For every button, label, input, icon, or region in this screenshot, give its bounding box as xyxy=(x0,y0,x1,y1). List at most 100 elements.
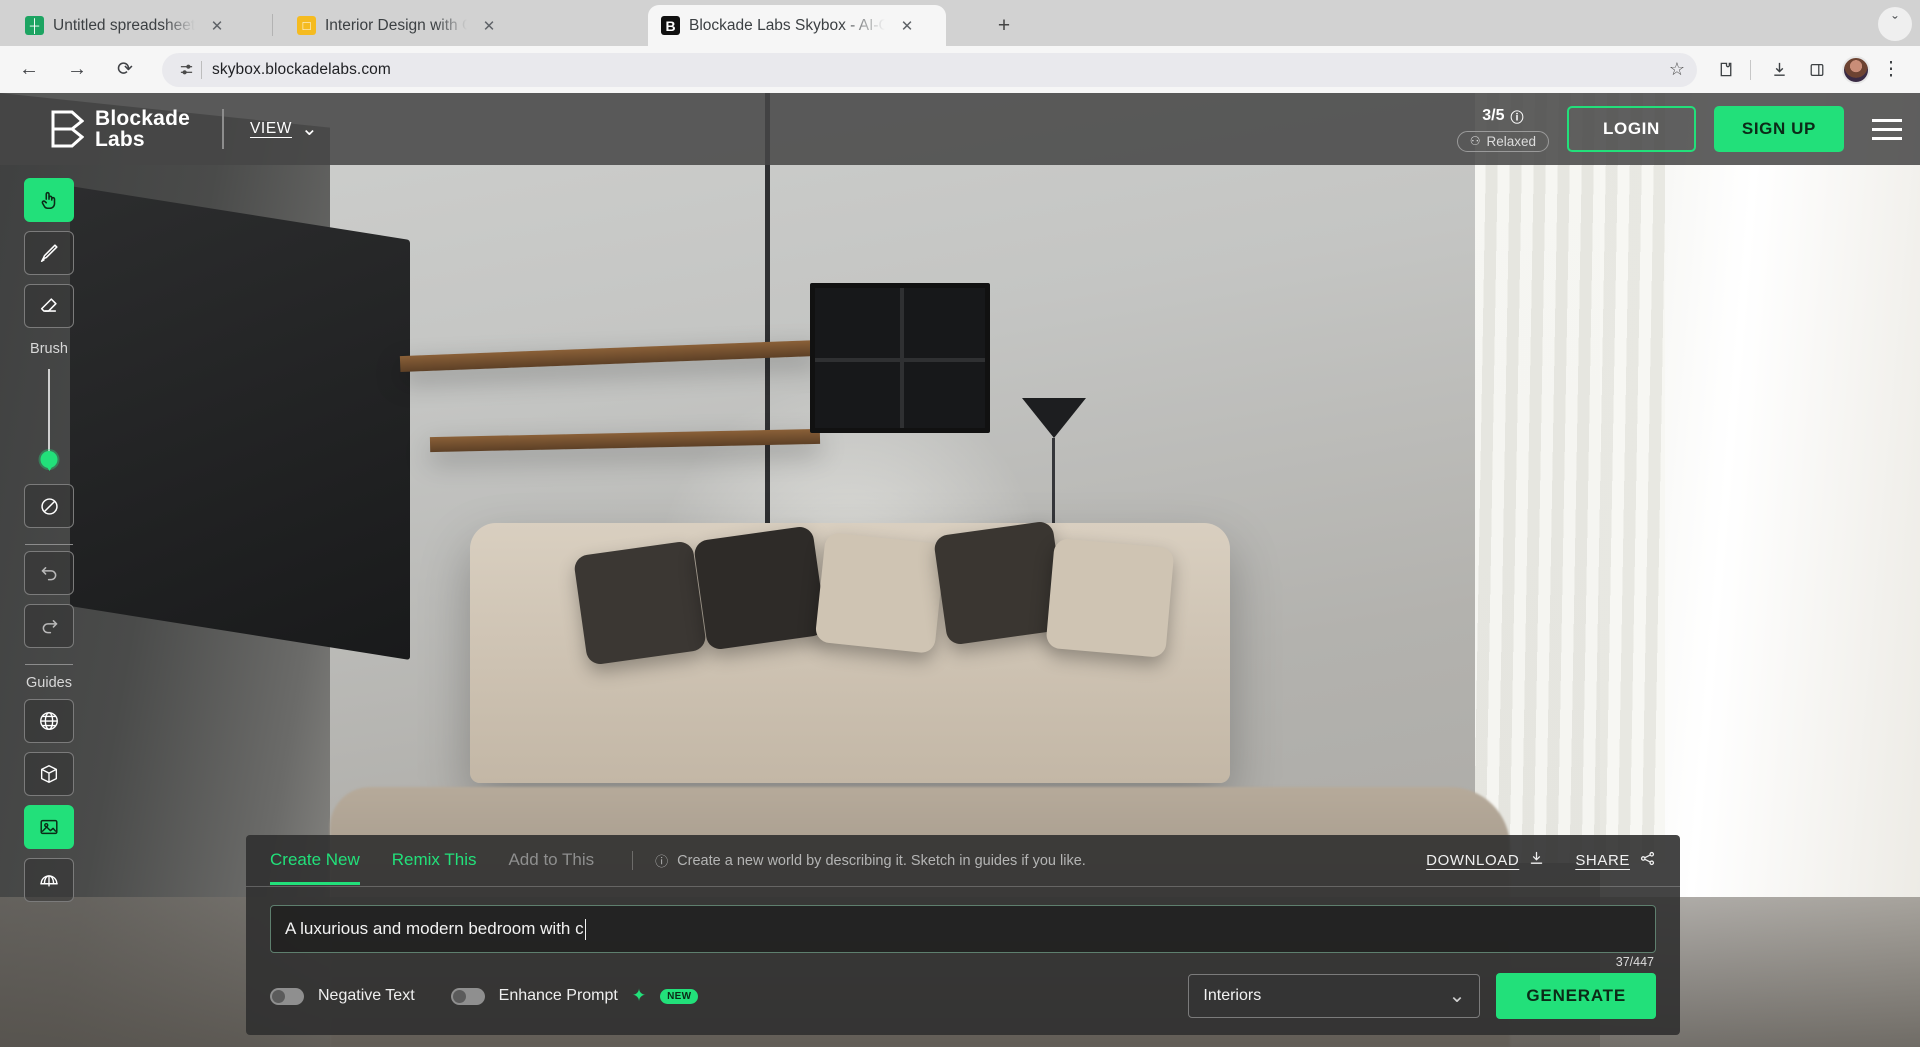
tab-strip: ┼ Untitled spreadsheet - Googl ✕ □ Inter… xyxy=(0,0,1920,46)
tab-remix-this[interactable]: Remix This xyxy=(392,850,477,885)
site-settings-icon[interactable] xyxy=(175,62,197,77)
sheets-icon: ┼ xyxy=(25,16,44,35)
guide-sphere[interactable] xyxy=(24,699,74,743)
close-icon[interactable]: ✕ xyxy=(478,15,500,37)
style-select[interactable]: Interiors ⌄ xyxy=(1188,974,1480,1018)
tab-create-new[interactable]: Create New xyxy=(270,850,360,885)
eraser-tool[interactable] xyxy=(24,284,74,328)
panel-actions: DOWNLOAD SHARE xyxy=(1426,850,1656,871)
pan-tool[interactable] xyxy=(24,178,74,222)
download-button[interactable]: DOWNLOAD xyxy=(1426,850,1545,871)
generate-controls: Interiors ⌄ GENERATE xyxy=(1188,973,1656,1019)
prompt-input-wrap: A luxurious and modern bedroom with c 37… xyxy=(246,887,1680,953)
negative-text-toggle[interactable] xyxy=(270,988,304,1005)
logo-line-2: Labs xyxy=(95,129,190,150)
download-icon xyxy=(1528,850,1545,871)
credits-count: 3/5 xyxy=(1482,107,1504,125)
share-label: SHARE xyxy=(1575,852,1630,869)
guides-label: Guides xyxy=(26,675,72,691)
info-icon[interactable]: ⓘ xyxy=(1511,107,1524,126)
negative-text-label: Negative Text xyxy=(318,987,415,1005)
new-badge: NEW xyxy=(660,989,698,1004)
skybox-viewport[interactable]: Blockade Labs VIEW ⌄ 3/5 ⓘ ⚇ Relaxed xyxy=(0,93,1920,1047)
rail-divider xyxy=(25,664,73,665)
side-panel-icon[interactable] xyxy=(1800,53,1834,87)
browser-menu-icon[interactable]: ⋮ xyxy=(1874,53,1908,87)
header-actions: 3/5 ⓘ ⚇ Relaxed LOGIN SIGN UP xyxy=(1457,106,1902,152)
text-caret xyxy=(585,919,587,940)
share-icon xyxy=(1639,850,1656,871)
clear-tool[interactable] xyxy=(24,484,74,528)
bookmark-star-icon[interactable]: ☆ xyxy=(1669,59,1685,80)
extensions-icon[interactable] xyxy=(1709,53,1743,87)
chevron-down-icon: ⌄ xyxy=(1449,992,1466,1000)
app-logo[interactable]: Blockade Labs xyxy=(50,108,190,150)
panel-controls-row: Negative Text Enhance Prompt ✦ NEW Inter… xyxy=(246,953,1680,1019)
panel-tabs-row: Create New Remix This Add to This ⓘ Crea… xyxy=(246,835,1680,887)
new-tab-button[interactable]: + xyxy=(990,12,1018,40)
view-menu-button[interactable]: VIEW ⌄ xyxy=(250,120,318,138)
prompt-value: A luxurious and modern bedroom with c xyxy=(285,919,584,939)
login-button[interactable]: LOGIN xyxy=(1567,106,1696,152)
redo-tool[interactable] xyxy=(24,604,74,648)
slider-handle[interactable] xyxy=(41,451,58,468)
address-bar[interactable]: skybox.blockadelabs.com ☆ xyxy=(162,53,1697,87)
tab-title: Untitled spreadsheet - Googl xyxy=(53,17,195,35)
credits-indicator: 3/5 ⓘ ⚇ Relaxed xyxy=(1457,107,1549,152)
style-value: Interiors xyxy=(1203,987,1261,1005)
brush-tool[interactable] xyxy=(24,231,74,275)
toolbar-divider xyxy=(1750,60,1751,80)
browser-window: ┼ Untitled spreadsheet - Googl ✕ □ Inter… xyxy=(0,0,1920,1047)
guide-image[interactable] xyxy=(24,805,74,849)
enhance-prompt-control: Enhance Prompt ✦ NEW xyxy=(451,986,699,1006)
hint-text: Create a new world by describing it. Ske… xyxy=(677,853,1086,869)
view-label: VIEW xyxy=(250,120,292,138)
menu-icon[interactable] xyxy=(1872,119,1902,140)
reload-icon[interactable]: ⟳ xyxy=(108,53,142,87)
tab-title: Interior Design with Generativ xyxy=(325,17,467,35)
browser-tab-2[interactable]: □ Interior Design with Generativ ✕ xyxy=(284,5,536,46)
share-button[interactable]: SHARE xyxy=(1575,850,1656,871)
info-icon: ⓘ xyxy=(655,851,668,870)
tab-search-icon[interactable]: ˇ xyxy=(1878,7,1912,41)
url-text: skybox.blockadelabs.com xyxy=(212,61,391,79)
tab-add-to-this: Add to This xyxy=(508,850,594,885)
blockade-logo-icon xyxy=(50,110,84,148)
app-header: Blockade Labs VIEW ⌄ 3/5 ⓘ ⚇ Relaxed xyxy=(0,93,1920,165)
signup-button[interactable]: SIGN UP xyxy=(1714,106,1844,152)
enhance-prompt-toggle[interactable] xyxy=(451,988,485,1005)
generate-button[interactable]: GENERATE xyxy=(1496,973,1656,1019)
browser-toolbar: ← → ⟳ skybox.blockadelabs.com ☆ xyxy=(0,46,1920,93)
enhance-prompt-label: Enhance Prompt xyxy=(499,987,618,1005)
browser-tab-1[interactable]: ┼ Untitled spreadsheet - Googl ✕ xyxy=(12,5,264,46)
tab-title: Blockade Labs Skybox - AI-G xyxy=(689,17,885,35)
downloads-icon[interactable] xyxy=(1762,53,1796,87)
rail-divider xyxy=(25,544,73,545)
header-divider xyxy=(222,109,224,149)
guide-cube[interactable] xyxy=(24,752,74,796)
chevron-down-icon: ⌄ xyxy=(301,124,318,134)
back-icon[interactable]: ← xyxy=(12,53,46,87)
avatar[interactable] xyxy=(1842,56,1870,84)
undo-tool[interactable] xyxy=(24,551,74,595)
credits-count-row: 3/5 ⓘ xyxy=(1482,107,1523,126)
logo-text: Blockade Labs xyxy=(95,108,190,150)
queue-icon: ⚇ xyxy=(1470,134,1481,148)
omnibox-divider xyxy=(201,61,202,79)
tab-divider xyxy=(272,14,273,36)
tool-rail: Brush Guides xyxy=(22,178,76,911)
brush-size-slider[interactable] xyxy=(48,369,50,464)
guide-dome[interactable] xyxy=(24,858,74,902)
download-label: DOWNLOAD xyxy=(1426,852,1519,869)
brush-label: Brush xyxy=(30,341,68,357)
document-icon: □ xyxy=(297,16,316,35)
browser-tab-3[interactable]: B Blockade Labs Skybox - AI-G ✕ xyxy=(648,5,946,46)
prompt-input[interactable]: A luxurious and modern bedroom with c xyxy=(270,905,1656,953)
forward-icon[interactable]: → xyxy=(60,53,94,87)
close-icon[interactable]: ✕ xyxy=(896,15,918,37)
negative-text-control: Negative Text xyxy=(270,987,415,1005)
queue-label: Relaxed xyxy=(1487,134,1537,149)
queue-status-badge: ⚇ Relaxed xyxy=(1457,131,1549,152)
close-icon[interactable]: ✕ xyxy=(206,15,228,37)
character-counter: 37/447 xyxy=(1616,955,1654,969)
